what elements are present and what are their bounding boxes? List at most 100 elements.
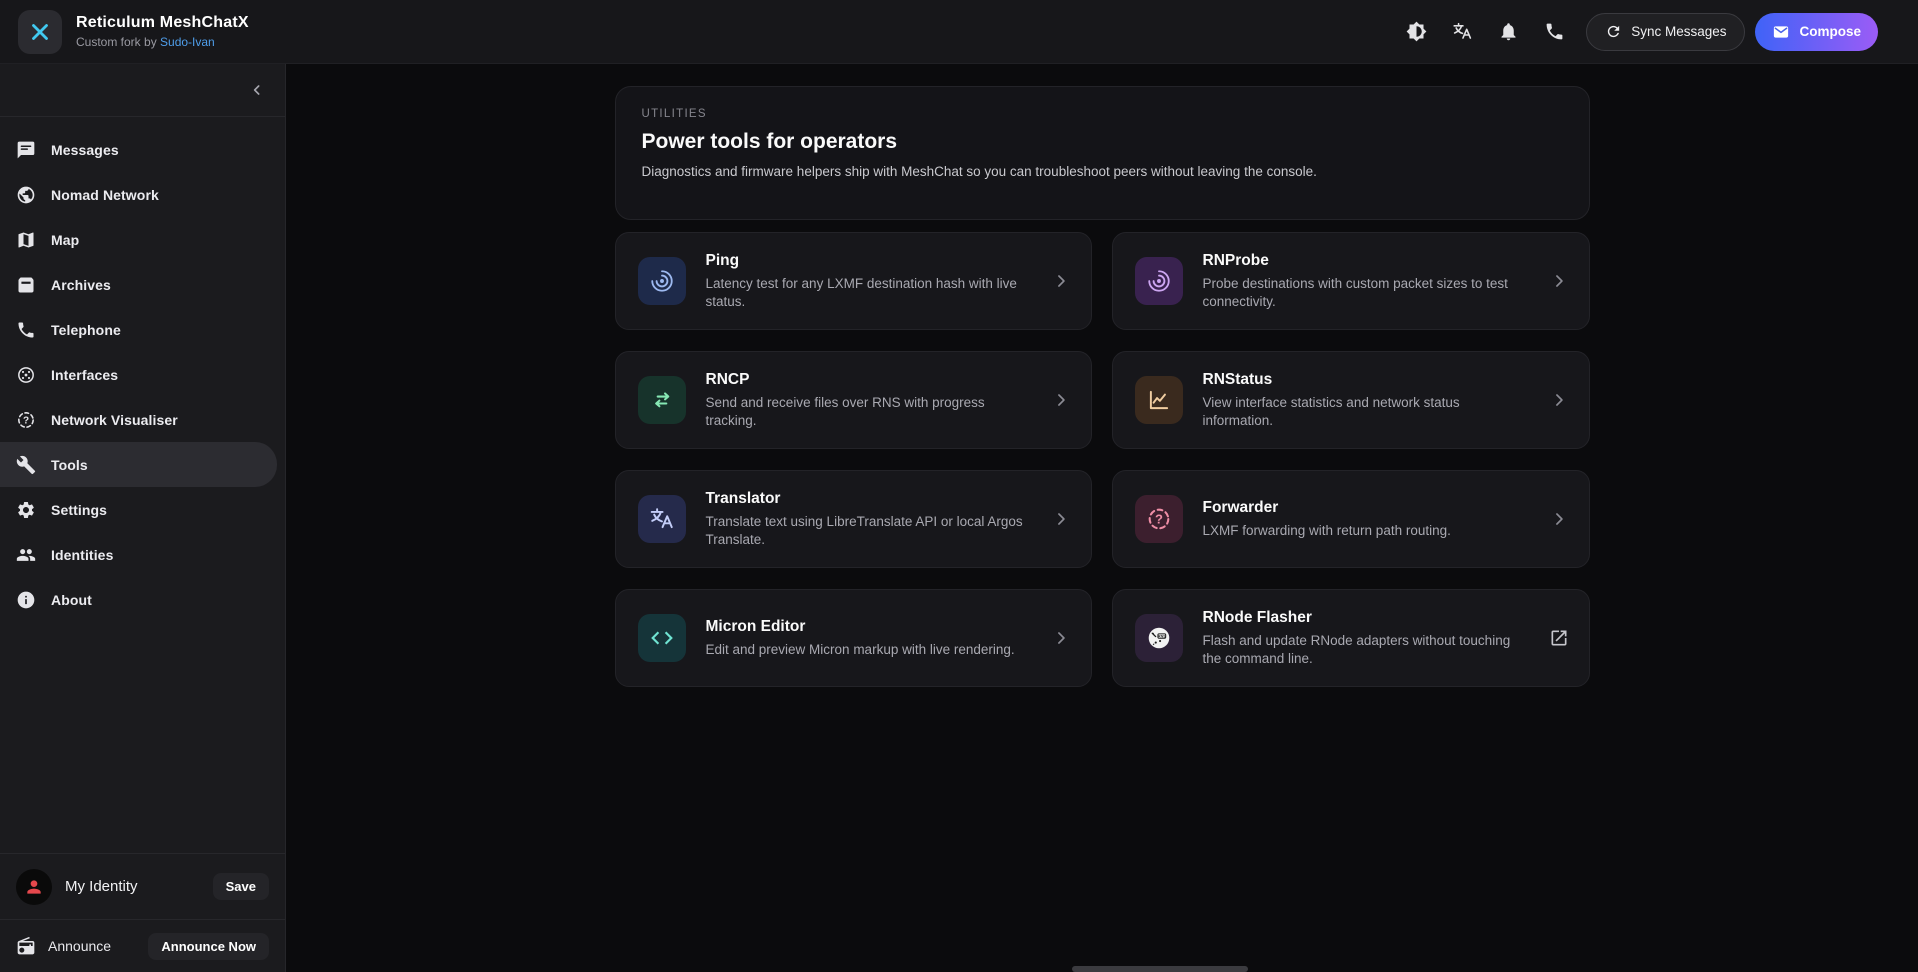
telephone-button[interactable] xyxy=(1536,14,1572,50)
tool-card-ping[interactable]: Ping Latency test for any LXMF destinati… xyxy=(615,232,1092,330)
visualiser-icon: ? xyxy=(1146,506,1172,532)
chevron-right-icon xyxy=(1051,390,1071,410)
sidebar-item-about[interactable]: About xyxy=(0,577,277,622)
announce-row: Announce Announce Now xyxy=(0,919,285,972)
avatar xyxy=(16,869,52,905)
ping-icon xyxy=(649,268,675,294)
horizontal-scrollbar-thumb[interactable] xyxy=(1072,966,1248,972)
sidebar-item-identities[interactable]: Identities xyxy=(0,532,277,577)
app-logo xyxy=(18,10,62,54)
ping-icon xyxy=(1146,268,1172,294)
sidebar-nav: Messages Nomad Network Map Archives Tele… xyxy=(0,117,285,622)
sync-messages-button[interactable]: Sync Messages xyxy=(1586,13,1745,51)
app-title: Reticulum MeshChatX xyxy=(76,14,249,32)
transfer-icon xyxy=(649,387,675,413)
tool-title: Micron Editor xyxy=(706,618,1031,636)
tool-tile: RNS xyxy=(1135,614,1183,662)
tool-text: Translator Translate text using LibreTra… xyxy=(706,490,1031,548)
sidebar-item-label: Tools xyxy=(51,457,88,473)
tool-tile xyxy=(638,257,686,305)
translate-button[interactable] xyxy=(1444,14,1480,50)
sidebar-item-archives[interactable]: Archives xyxy=(0,262,277,307)
tool-card-rncp[interactable]: RNCP Send and receive files over RNS wit… xyxy=(615,351,1092,449)
tool-card-micron-editor[interactable]: Micron Editor Edit and preview Micron ma… xyxy=(615,589,1092,687)
save-identity-button[interactable]: Save xyxy=(213,873,269,900)
radio-icon xyxy=(16,936,36,956)
visualiser-icon: ? xyxy=(16,410,36,430)
svg-text:?: ? xyxy=(23,415,29,426)
tool-description: Translate text using LibreTranslate API … xyxy=(706,513,1031,548)
tool-card-rnstatus[interactable]: RNStatus View interface statistics and n… xyxy=(1112,351,1590,449)
tool-text: RNStatus View interface statistics and n… xyxy=(1203,371,1529,429)
chart-icon xyxy=(1146,387,1172,413)
sidebar-item-interfaces[interactable]: Interfaces xyxy=(0,352,277,397)
tool-tile xyxy=(638,495,686,543)
chevron-right-icon xyxy=(1549,390,1569,410)
phone-icon xyxy=(1544,21,1565,42)
tool-title: RNProbe xyxy=(1203,252,1529,270)
sidebar-collapse-row xyxy=(0,64,285,117)
sidebar-item-label: Nomad Network xyxy=(51,187,159,203)
tool-description: Send and receive files over RNS with pro… xyxy=(706,394,1031,429)
top-bar: Reticulum MeshChatX Custom fork by Sudo-… xyxy=(0,0,1918,64)
logo-x-icon xyxy=(28,20,52,44)
gear-icon xyxy=(16,500,36,520)
sidebar-item-map[interactable]: Map xyxy=(0,217,277,262)
tool-text: RNode Flasher Flash and update RNode ada… xyxy=(1203,609,1529,667)
sidebar-item-tools[interactable]: Tools xyxy=(0,442,277,487)
identity-row: My Identity Save xyxy=(0,853,285,919)
main-content: UTILITIES Power tools for operators Diag… xyxy=(286,64,1918,972)
author-link[interactable]: Sudo-Ivan xyxy=(160,35,215,49)
tool-title: RNCP xyxy=(706,371,1031,389)
rnode-icon: RNS xyxy=(1146,625,1172,651)
tool-card-rnode-flasher[interactable]: RNS RNode Flasher Flash and update RNode… xyxy=(1112,589,1590,687)
tagline-prefix: Custom fork by xyxy=(76,35,160,49)
brand-text: Reticulum MeshChatX Custom fork by Sudo-… xyxy=(76,14,249,49)
sidebar-item-settings[interactable]: Settings xyxy=(0,487,277,532)
chat-icon xyxy=(16,140,36,160)
theme-toggle-button[interactable] xyxy=(1398,14,1434,50)
app-window: Reticulum MeshChatX Custom fork by Sudo-… xyxy=(0,0,1918,972)
tools-page: UTILITIES Power tools for operators Diag… xyxy=(615,86,1590,972)
svg-text:RNS: RNS xyxy=(1157,634,1165,638)
announce-label: Announce xyxy=(48,938,111,954)
tool-text: Micron Editor Edit and preview Micron ma… xyxy=(706,618,1031,659)
announce-now-button[interactable]: Announce Now xyxy=(148,933,269,960)
chevron-right-icon xyxy=(1549,509,1569,529)
svg-text:?: ? xyxy=(1155,512,1163,527)
tool-description: Edit and preview Micron markup with live… xyxy=(706,641,1031,659)
envelope-icon xyxy=(1772,23,1790,41)
chevron-right-icon xyxy=(1051,271,1071,291)
sidebar-item-telephone[interactable]: Telephone xyxy=(0,307,277,352)
chevron-right-icon xyxy=(1549,271,1569,291)
tool-description: Flash and update RNode adapters without … xyxy=(1203,632,1529,667)
compose-button[interactable]: Compose xyxy=(1755,13,1878,51)
sidebar: Messages Nomad Network Map Archives Tele… xyxy=(0,64,286,972)
sidebar-spacer xyxy=(0,622,285,853)
sidebar-item-label: Settings xyxy=(51,502,107,518)
tool-card-rnprobe[interactable]: RNProbe Probe destinations with custom p… xyxy=(1112,232,1590,330)
brand: Reticulum MeshChatX Custom fork by Sudo-… xyxy=(18,10,249,54)
notifications-button[interactable] xyxy=(1490,14,1526,50)
collapse-sidebar-button[interactable] xyxy=(249,82,265,98)
sidebar-item-label: Interfaces xyxy=(51,367,118,383)
sidebar-item-messages[interactable]: Messages xyxy=(0,127,277,172)
translate-icon xyxy=(1452,21,1473,42)
tool-tile xyxy=(1135,376,1183,424)
tool-text: Ping Latency test for any LXMF destinati… xyxy=(706,252,1031,310)
tool-title: RNode Flasher xyxy=(1203,609,1529,627)
app-tagline: Custom fork by Sudo-Ivan xyxy=(76,35,249,49)
sidebar-item-nomad-network[interactable]: Nomad Network xyxy=(0,172,277,217)
page-eyebrow: UTILITIES xyxy=(642,108,1563,120)
tool-card-forwarder[interactable]: ? Forwarder LXMF forwarding with return … xyxy=(1112,470,1590,568)
sidebar-item-label: About xyxy=(51,592,92,608)
tool-title: RNStatus xyxy=(1203,371,1529,389)
sidebar-item-label: Map xyxy=(51,232,79,248)
sidebar-item-label: Identities xyxy=(51,547,113,563)
phone-icon xyxy=(16,320,36,340)
sync-messages-label: Sync Messages xyxy=(1631,24,1726,39)
chevron-right-icon xyxy=(1051,628,1071,648)
bell-icon xyxy=(1498,21,1519,42)
sidebar-item-network-visualiser[interactable]: ? Network Visualiser xyxy=(0,397,277,442)
tool-card-translator[interactable]: Translator Translate text using LibreTra… xyxy=(615,470,1092,568)
